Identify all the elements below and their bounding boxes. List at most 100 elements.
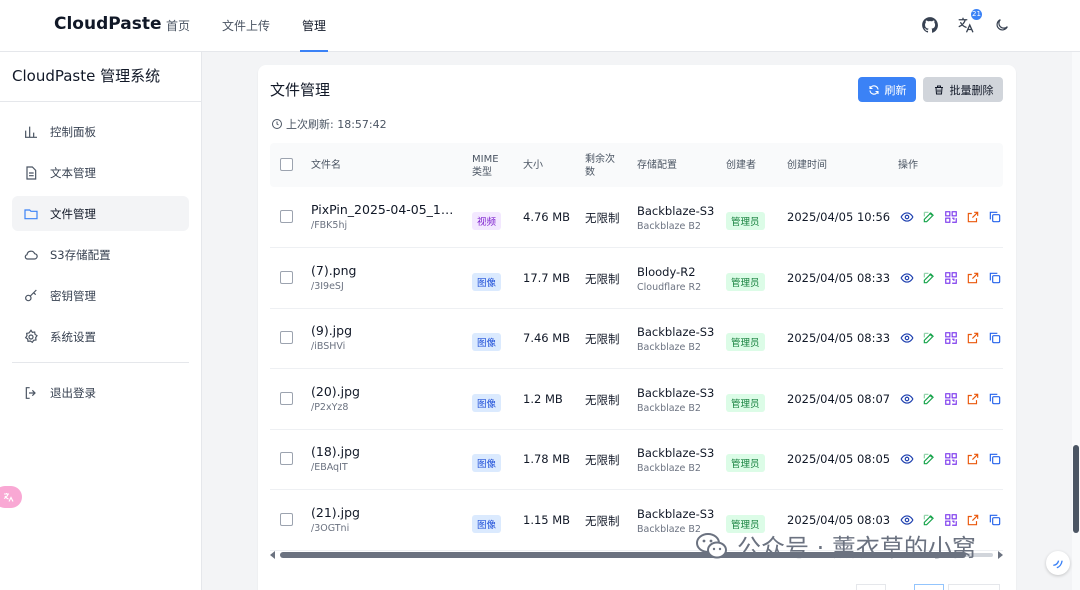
nav-upload[interactable]: 文件上传 [222,0,270,52]
size-cell: 1.2 MB [523,391,563,406]
qrcode-icon[interactable] [944,452,958,466]
mime-cell: 视频 [472,210,502,230]
size-cell: 1.78 MB [523,452,571,467]
created-cell: 2025/04/05 08:33 [787,270,891,285]
table-row[interactable]: (20).jpg/P2xYz8 图像 1.2 MB 无限制 Backblaze-S3 Ba… [270,369,1003,430]
row-actions [900,331,1010,345]
file-cell: (18).jpg/EBAqIT [311,444,456,473]
storage-cell: Backblaze-S3 Backblaze B2 [637,204,714,232]
pagination-next[interactable] [948,584,1000,590]
external-link-icon[interactable] [966,513,980,527]
file-name[interactable]: PixPin_2025-04-05_18... [311,202,456,217]
qrcode-icon[interactable] [944,210,958,224]
sidebar-item-files[interactable]: 文件管理 [12,196,189,231]
copy-icon[interactable] [988,513,1002,527]
cloud-icon [22,246,40,264]
storage-name: Backblaze-S3 [637,446,715,461]
sidebar-item-dashboard[interactable]: 控制面板 [12,114,189,149]
edit-icon[interactable] [922,392,936,406]
edit-icon[interactable] [922,331,936,345]
external-link-icon[interactable] [966,452,980,466]
file-name[interactable]: (21).jpg [311,505,456,520]
eye-icon[interactable] [900,513,914,527]
external-link-icon[interactable] [966,210,980,224]
sidebar-item-s3[interactable]: S3存储配置 [12,237,189,272]
batch-delete-button[interactable]: 批量删除 [923,77,1003,102]
row-checkbox[interactable] [280,210,293,223]
row-checkbox[interactable] [280,452,293,466]
github-icon[interactable] [920,15,940,35]
pagination-prev[interactable] [856,584,886,590]
table-row[interactable]: (18).jpg/EBAqIT 图像 1.78 MB 无限制 Backblaze-S3 B… [270,429,1003,491]
row-checkbox[interactable] [280,331,293,345]
floating-helper-button[interactable] [0,486,22,508]
table-row[interactable]: (9).jpg/iBSHVi 图像 7.46 MB 无限制 Backblaze-S3 Ba… [270,308,1003,370]
mime-cell: 图像 [472,452,502,473]
translate-icon[interactable]: 21 [956,9,982,35]
sidebar-item-keys[interactable]: 密钥管理 [12,278,189,313]
copy-icon[interactable] [988,271,1002,285]
row-actions [900,210,1010,224]
storage-provider: Backblaze B2 [637,221,701,232]
row-actions [900,271,1010,285]
edit-icon[interactable] [922,271,936,285]
created-cell: 2025/04/05 08:33 [787,331,891,346]
eye-icon[interactable] [900,452,914,466]
sidebar-item-logout[interactable]: 退出登录 [12,375,189,410]
file-name[interactable]: (18).jpg [311,444,456,459]
file-slug: /3OGTni [311,523,350,534]
brand-logo[interactable]: CloudPaste [54,14,162,34]
storage-name: Bloody-R2 [637,264,696,279]
edit-icon[interactable] [922,210,936,224]
pagination-current[interactable] [914,584,944,590]
edit-icon[interactable] [922,513,936,527]
corner-floating-button[interactable] [1046,551,1070,575]
qrcode-icon[interactable] [944,513,958,527]
folder-icon [22,205,40,223]
file-slug: /P2xYz8 [311,401,349,413]
external-link-icon[interactable] [966,392,980,406]
select-all-checkbox[interactable] [280,158,293,171]
storage-name: Backblaze-S3 [637,385,715,400]
table-row[interactable]: (7).png/3I9eSJ 图像 17.7 MB 无限制 Bloody-R2 Cloud… [270,248,1003,309]
table-header: 文件名 MIME 类型 大小 剩余次数 存储配置 创建者 创建时间 操作 [270,143,1003,187]
mime-tag: 视频 [472,212,502,230]
sidebar-item-label: 文件管理 [50,206,96,221]
last-refresh: 上次刷新: 18:57:42 [271,116,387,132]
sidebar-item-settings[interactable]: 系统设置 [12,319,189,354]
nav-home[interactable]: 首页 [166,0,190,52]
row-checkbox[interactable] [280,270,293,284]
file-name[interactable]: (20).jpg [311,384,456,399]
copy-icon[interactable] [988,392,1002,406]
row-actions [900,392,1010,406]
edit-icon[interactable] [922,452,936,466]
file-name[interactable]: (7).png [311,263,456,278]
nav-admin[interactable]: 管理 [300,0,329,52]
row-checkbox[interactable] [280,391,293,405]
remaining-cell: 无限制 [585,392,620,407]
eye-icon[interactable] [900,392,914,406]
eye-icon[interactable] [900,331,914,345]
eye-icon[interactable] [900,210,914,224]
moon-icon[interactable] [992,15,1012,35]
page-vertical-scrollbar[interactable] [1072,52,1080,590]
sidebar-list: 控制面板 文本管理 文件管理 S3存储配置 密钥管理 系统设置 退出登录 [0,102,201,410]
external-link-icon[interactable] [966,331,980,345]
storage-cell: Backblaze-S3 Backblaze B2 [637,446,714,474]
key-icon [22,287,40,305]
scrollbar-thumb[interactable] [1073,445,1079,533]
copy-icon[interactable] [988,331,1002,345]
sidebar-item-text[interactable]: 文本管理 [12,155,189,190]
copy-icon[interactable] [988,210,1002,224]
row-actions [900,513,1010,527]
qrcode-icon[interactable] [944,271,958,285]
eye-icon[interactable] [900,271,914,285]
table-row[interactable]: PixPin_2025-04-05_18... /FBK5hj 视频 4.76 MB 无… [270,187,1003,248]
copy-icon[interactable] [988,452,1002,466]
qrcode-icon[interactable] [944,331,958,345]
external-link-icon[interactable] [966,271,980,285]
row-checkbox[interactable] [280,513,293,526]
qrcode-icon[interactable] [944,392,958,406]
refresh-button[interactable]: 刷新 [858,77,916,102]
file-name[interactable]: (9).jpg [311,323,456,338]
